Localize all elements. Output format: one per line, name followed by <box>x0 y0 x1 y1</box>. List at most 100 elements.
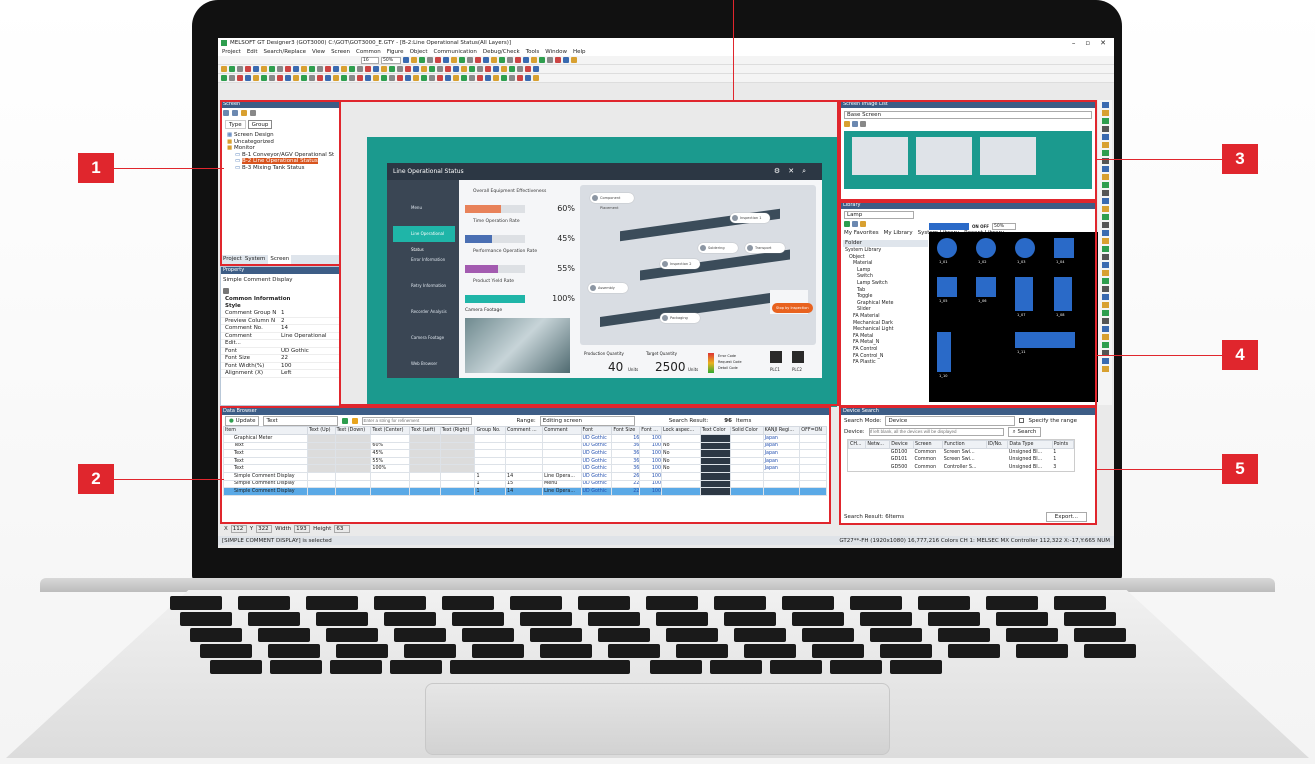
toolbar-tool-icon[interactable] <box>341 75 347 81</box>
figure-tool-icon[interactable] <box>1101 286 1109 292</box>
toolbar-tool-icon[interactable] <box>325 75 331 81</box>
figure-tool-icon[interactable] <box>1101 262 1109 268</box>
toolbar-tool-icon[interactable] <box>525 75 531 81</box>
minimize-button[interactable]: – <box>1072 39 1076 47</box>
section-style[interactable]: Style <box>221 303 339 310</box>
property-row[interactable]: Comment Group N 1 <box>221 310 339 318</box>
toolbar-tool-icon[interactable] <box>507 57 513 63</box>
toolbar-tool-icon[interactable] <box>245 75 251 81</box>
menu-item-8[interactable]: Communication <box>433 49 476 55</box>
toolbar-tool-icon[interactable] <box>269 66 275 72</box>
toolbar-tool-icon[interactable] <box>309 75 315 81</box>
toolbar-tool-icon[interactable] <box>317 66 323 72</box>
property-row[interactable]: Alignment (X) Left <box>221 370 339 378</box>
figure-tool-icon[interactable] <box>1101 238 1109 244</box>
toolbar-tool-icon[interactable] <box>443 57 449 63</box>
figure-tool-icon[interactable] <box>1101 206 1109 212</box>
toolbar-tool-icon[interactable] <box>547 57 553 63</box>
toolbar-tool-icon[interactable] <box>515 57 521 63</box>
menu-item-11[interactable]: Window <box>545 49 567 55</box>
menu-item-7[interactable]: Object <box>410 49 428 55</box>
toolbar-tool-icon[interactable] <box>285 66 291 72</box>
toolbar-tool-icon[interactable] <box>469 75 475 81</box>
toolbar-tool-icon[interactable] <box>477 75 483 81</box>
toolbar-tool-icon[interactable] <box>485 66 491 72</box>
toolbar-tool-icon[interactable] <box>419 57 425 63</box>
toolbar-tool-icon[interactable] <box>485 75 491 81</box>
toolbar-tool-icon[interactable] <box>229 75 235 81</box>
toolbar-tool-icon[interactable] <box>509 66 515 72</box>
toolbar-tool-icon[interactable] <box>405 66 411 72</box>
toolbar-tool-icon[interactable] <box>563 57 569 63</box>
toolbar-tool-icon[interactable] <box>389 75 395 81</box>
figure-tool-icon[interactable] <box>1101 318 1109 324</box>
toolbar-tool-icon[interactable] <box>555 57 561 63</box>
menu-item-1[interactable]: Edit <box>247 49 258 55</box>
toolbar-tool-icon[interactable] <box>427 57 433 63</box>
figure-tool-icon[interactable] <box>1101 174 1109 180</box>
toolbar-tool-icon[interactable] <box>261 75 267 81</box>
menu-item-3[interactable]: View <box>312 49 325 55</box>
figure-tool-icon[interactable] <box>1101 334 1109 340</box>
zoom-select[interactable]: 50% <box>381 56 401 64</box>
menu-item-12[interactable]: Help <box>573 49 586 55</box>
toolbar-tool-icon[interactable] <box>269 75 275 81</box>
toolbar-tool-icon[interactable] <box>277 66 283 72</box>
sort-icon[interactable] <box>223 288 229 294</box>
figure-tool-icon[interactable] <box>1101 166 1109 172</box>
toolbar-tool-icon[interactable] <box>461 75 467 81</box>
toolbar-tool-icon[interactable] <box>421 66 427 72</box>
figure-tool-icon[interactable] <box>1101 126 1109 132</box>
figure-tool-icon[interactable] <box>1101 366 1109 372</box>
toolbar-tool-icon[interactable] <box>253 75 259 81</box>
toolbar-tool-icon[interactable] <box>453 66 459 72</box>
figure-tool-icon[interactable] <box>1101 150 1109 156</box>
toolbar-tool-icon[interactable] <box>261 66 267 72</box>
toolbar-tool-icon[interactable] <box>501 66 507 72</box>
toolbar-tool-icon[interactable] <box>349 66 355 72</box>
figure-tool-icon[interactable] <box>1101 270 1109 276</box>
toolbar-tool-icon[interactable] <box>493 75 499 81</box>
toolbar-tool-icon[interactable] <box>397 75 403 81</box>
menu-item-5[interactable]: Common <box>356 49 381 55</box>
menu-item-10[interactable]: Tools <box>526 49 540 55</box>
close-button[interactable]: ✕ <box>1100 39 1106 47</box>
figure-tool-icon[interactable] <box>1101 182 1109 188</box>
toolbar-tool-icon[interactable] <box>453 75 459 81</box>
toolbar-tool-icon[interactable] <box>429 66 435 72</box>
figure-tool-icon[interactable] <box>1101 278 1109 284</box>
toolbar-tool-icon[interactable] <box>413 66 419 72</box>
toolbar-tool-icon[interactable] <box>445 75 451 81</box>
toolbar-tool-icon[interactable] <box>277 75 283 81</box>
toolbar-tool-icon[interactable] <box>421 75 427 81</box>
toolbar-tool-icon[interactable] <box>533 66 539 72</box>
toolbar-tool-icon[interactable] <box>571 57 577 63</box>
toolbar-tool-icon[interactable] <box>317 75 323 81</box>
toolbar-tool-icon[interactable] <box>525 66 531 72</box>
toolbar-tool-icon[interactable] <box>509 75 515 81</box>
toolbar-tool-icon[interactable] <box>539 57 545 63</box>
toolbar-tool-icon[interactable] <box>523 57 529 63</box>
figure-tool-icon[interactable] <box>1101 294 1109 300</box>
toolbar-tool-icon[interactable] <box>309 66 315 72</box>
figure-tool-icon[interactable] <box>1101 110 1109 116</box>
toolbar-tool-icon[interactable] <box>333 66 339 72</box>
toolbar-tool-icon[interactable] <box>493 66 499 72</box>
toolbar-tool-icon[interactable] <box>483 57 489 63</box>
height-input[interactable]: 63 <box>334 524 351 533</box>
toolbar-tool-icon[interactable] <box>501 75 507 81</box>
toolbar-tool-icon[interactable] <box>221 66 227 72</box>
figure-tool-icon[interactable] <box>1101 230 1109 236</box>
toolbar-tool-icon[interactable] <box>517 75 523 81</box>
toolbar-tool-icon[interactable] <box>245 66 251 72</box>
toolbar-tool-icon[interactable] <box>499 57 505 63</box>
section-common-information[interactable]: Common Information <box>221 296 339 303</box>
menu-item-4[interactable]: Screen <box>331 49 350 55</box>
toolbar-tool-icon[interactable] <box>381 66 387 72</box>
toolbar-tool-icon[interactable] <box>437 66 443 72</box>
toolbar-tool-icon[interactable] <box>469 66 475 72</box>
property-row[interactable]: Font Width(%) 100 <box>221 363 339 370</box>
figure-tool-icon[interactable] <box>1101 222 1109 228</box>
maximize-button[interactable]: ▫ <box>1085 39 1090 47</box>
toolbar-tool-icon[interactable] <box>237 66 243 72</box>
